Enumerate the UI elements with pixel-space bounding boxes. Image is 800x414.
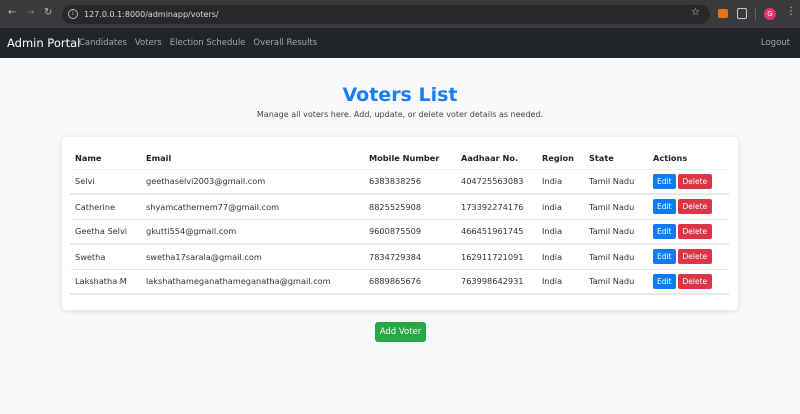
- cell-email: lakshathameganathameganatha@gmail.com: [141, 269, 364, 295]
- cell-name: Lakshatha M: [70, 269, 141, 295]
- metamask-extension-icon[interactable]: [718, 9, 728, 18]
- cell-email: gkutti554@gmail.com: [141, 219, 364, 245]
- delete-button[interactable]: Delete: [677, 223, 713, 239]
- nav-voters[interactable]: Voters: [135, 38, 162, 48]
- header-aadhaar: Aadhaar No.: [456, 147, 537, 170]
- header-mobile: Mobile Number: [364, 147, 456, 170]
- cell-aadhaar: 173392274176: [456, 194, 537, 220]
- cell-email: geethaselvi2003@gmail.com: [141, 169, 364, 195]
- extensions-icon[interactable]: [737, 8, 747, 19]
- cell-state: Tamil Nadu: [584, 269, 648, 295]
- cell-mobile: 6889865676: [364, 269, 456, 295]
- nav-candidates[interactable]: Candidates: [79, 38, 127, 48]
- site-info-icon[interactable]: i: [68, 9, 78, 19]
- cell-aadhaar: 466451961745: [456, 219, 537, 245]
- cell-mobile: 6383838256: [364, 169, 456, 195]
- cell-region: India: [537, 219, 584, 245]
- cell-state: Tamil Nadu: [584, 169, 648, 195]
- cell-actions: Edit Delete: [648, 194, 729, 220]
- cell-aadhaar: 404725563083: [456, 169, 537, 195]
- bookmark-star-icon[interactable]: ☆: [691, 7, 700, 18]
- edit-button[interactable]: Edit: [653, 249, 676, 265]
- cell-state: Tamil Nadu: [584, 244, 648, 270]
- cell-mobile: 7834729384: [364, 244, 456, 270]
- cell-region: India: [537, 244, 584, 270]
- delete-button[interactable]: Delete: [677, 173, 713, 189]
- toolbar-divider: [755, 8, 756, 20]
- cell-mobile: 8825525908: [364, 194, 456, 220]
- table-row: Swetha swetha17sarala@gmail.com 7834729384…: [70, 244, 729, 270]
- cell-state: Tamil Nadu: [584, 219, 648, 245]
- cell-name: Geetha Selvi: [70, 219, 141, 245]
- edit-button[interactable]: Edit: [653, 199, 676, 215]
- header-name: Name: [70, 147, 141, 170]
- forward-icon[interactable]: →: [26, 7, 34, 18]
- edit-button[interactable]: Edit: [653, 173, 676, 189]
- address-bar[interactable]: i 127.0.0.1:8000/adminapp/voters/: [62, 5, 710, 24]
- url-text: 127.0.0.1:8000/adminapp/voters/: [84, 10, 219, 19]
- brand-link[interactable]: Admin Portal: [7, 36, 80, 50]
- cell-name: Selvi: [70, 169, 141, 195]
- nav-overall-results[interactable]: Overall Results: [253, 38, 317, 48]
- cell-name: Catherine: [70, 194, 141, 220]
- voters-card: Name Email Mobile Number Aadhaar No. Reg…: [62, 137, 738, 310]
- profile-avatar[interactable]: G: [764, 8, 776, 20]
- cell-mobile: 9600875509: [364, 219, 456, 245]
- cell-actions: Edit Delete: [648, 169, 729, 195]
- page-subtitle: Manage all voters here. Add, update, or …: [256, 110, 544, 119]
- edit-button[interactable]: Edit: [653, 223, 676, 239]
- table-row: Selvi geethaselvi2003@gmail.com 6383838256…: [70, 169, 729, 195]
- reload-icon[interactable]: ↻: [44, 7, 52, 18]
- cell-email: shyamcathernem77@gmail.com: [141, 194, 364, 220]
- table-row: Catherine shyamcathernem77@gmail.com 88255…: [70, 194, 729, 220]
- add-voter-button[interactable]: Add Voter: [375, 322, 426, 342]
- cell-region: India: [537, 269, 584, 295]
- edit-button[interactable]: Edit: [653, 273, 676, 289]
- voters-table: Name Email Mobile Number Aadhaar No. Reg…: [70, 147, 729, 295]
- cell-state: Tamil Nadu: [584, 194, 648, 220]
- more-menu-icon[interactable]: ⋮: [786, 6, 796, 17]
- page-title: Voters List: [342, 84, 458, 106]
- logout-link[interactable]: Logout: [761, 38, 790, 48]
- table-row: Lakshatha Mlakshathameganathameganatha@g…: [70, 269, 729, 295]
- header-actions: Actions: [648, 147, 729, 170]
- cell-actions: Edit Delete: [648, 244, 729, 270]
- delete-button[interactable]: Delete: [677, 249, 713, 265]
- cell-region: india: [537, 194, 584, 220]
- nav-election-schedule[interactable]: Election Schedule: [170, 38, 246, 48]
- cell-email: swetha17sarala@gmail.com: [141, 244, 364, 270]
- cell-actions: Edit Delete: [648, 269, 729, 295]
- cell-actions: Edit Delete: [648, 219, 729, 245]
- browser-toolbar: ← → ↻ i 127.0.0.1:8000/adminapp/voters/ …: [0, 0, 800, 28]
- navbar: Admin Portal Candidates Voters Election …: [0, 28, 800, 58]
- back-icon[interactable]: ←: [8, 7, 16, 18]
- cell-aadhaar: 763998642931: [456, 269, 537, 295]
- cell-aadhaar: 162911721091: [456, 244, 537, 270]
- delete-button[interactable]: Delete: [677, 199, 713, 215]
- table-row: Geetha Selvi gkutti554@gmail.com 960087550…: [70, 219, 729, 245]
- cell-region: India: [537, 169, 584, 195]
- header-email: Email: [141, 147, 364, 170]
- cell-name: Swetha: [70, 244, 141, 270]
- delete-button[interactable]: Delete: [677, 273, 713, 289]
- header-region: Region: [537, 147, 584, 170]
- header-state: State: [584, 147, 648, 170]
